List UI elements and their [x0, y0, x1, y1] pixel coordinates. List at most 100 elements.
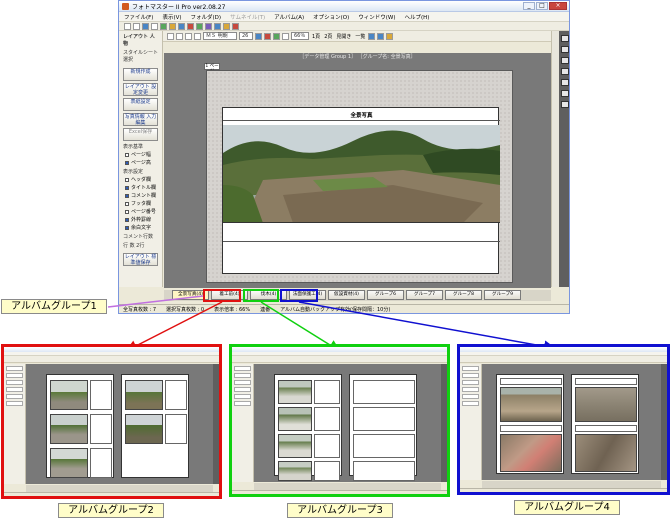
page-icon[interactable]	[561, 46, 569, 53]
bold-icon[interactable]	[167, 32, 174, 40]
list-button[interactable]: 一覧	[354, 33, 366, 40]
app-icon	[122, 2, 129, 10]
menu-thumbnail[interactable]: サムネイル(T)	[230, 13, 265, 21]
zoom-out-icon[interactable]	[377, 32, 385, 40]
margin-text-checkbox[interactable]: 余白文字	[125, 224, 156, 231]
group-tab-bar	[26, 485, 213, 492]
page-icon[interactable]	[561, 90, 569, 97]
caption-box	[500, 378, 562, 385]
page-icon[interactable]	[561, 79, 569, 86]
photo	[125, 414, 163, 444]
tab-group-7[interactable]: グループ7	[406, 290, 443, 300]
stylesheet-select-label[interactable]: スタイルシート選択	[123, 49, 158, 63]
menu-album[interactable]: アルバム(A)	[274, 13, 304, 21]
tab-group-6[interactable]: グループ6	[367, 290, 404, 300]
cover-settings-button[interactable]: 表紙設定	[123, 98, 158, 111]
save-default-button[interactable]: レイアウト 標準値保存	[123, 253, 158, 266]
folder-icon[interactable]	[160, 22, 167, 30]
layout-icon[interactable]	[178, 22, 185, 30]
print-icon[interactable]	[151, 22, 158, 30]
panorama-photo[interactable]	[223, 125, 500, 223]
page-icon[interactable]	[561, 101, 569, 108]
checkbox-icon	[125, 193, 129, 198]
close-button[interactable]: ×	[549, 2, 567, 10]
zoom-in-icon[interactable]	[368, 32, 376, 40]
menu-view[interactable]: 表示(V)	[162, 13, 181, 21]
status-bar: 全写真枚数 : 7 選択写真枚数 : 0 表示倍率 : 66% 連番 アルバム自…	[119, 304, 569, 313]
menu-window[interactable]: ウィンドウ(W)	[358, 13, 395, 21]
divider	[223, 120, 500, 121]
album-group-4-label: アルバムグループ4	[514, 500, 620, 515]
two-page-button[interactable]: 2頁	[323, 33, 333, 40]
zoom-select[interactable]: 66％	[291, 32, 309, 40]
menu-folder[interactable]: フォルダ(D)	[191, 13, 222, 21]
album-group-4-window	[457, 344, 670, 495]
album-group-1-label: アルバムグループ1	[1, 299, 107, 314]
align-center-icon[interactable]	[194, 32, 201, 40]
menu-option[interactable]: オプション(O)	[313, 13, 349, 21]
header-checkbox[interactable]: ヘッダ欄	[125, 176, 156, 183]
title-checkbox[interactable]: タイトル欄	[125, 184, 156, 191]
vertical-scrollbar[interactable]	[551, 31, 559, 287]
export-icon[interactable]	[214, 22, 221, 30]
insert-image-icon[interactable]	[273, 32, 280, 40]
main-toolbar	[119, 22, 569, 31]
spread-button[interactable]: 見開き	[335, 33, 352, 40]
layout-settings-button[interactable]: レイアウト 設定変更	[123, 83, 158, 96]
display-settings-label: 表示設定	[123, 169, 144, 175]
divider	[223, 241, 500, 242]
tab-group-9[interactable]: グループ9	[484, 290, 521, 300]
minimize-button[interactable]: _	[523, 2, 535, 10]
menu-help[interactable]: ヘルプ(H)	[404, 13, 429, 21]
photo-info-button[interactable]: 写真情報 入力編集	[123, 113, 158, 126]
save-icon[interactable]	[142, 22, 149, 30]
caption-box	[575, 378, 637, 385]
toolbar	[4, 356, 219, 363]
font-select[interactable]: ＭＳ 明朝	[203, 32, 237, 40]
border-checkbox[interactable]: 外枠罫線	[125, 216, 156, 223]
status-bar	[232, 490, 447, 494]
grid-icon[interactable]	[196, 22, 203, 30]
photo	[278, 461, 312, 481]
comment-checkbox[interactable]: コメント欄	[125, 192, 156, 199]
album-page-left	[46, 374, 114, 478]
group3-tab-highlight	[243, 289, 279, 302]
italic-icon[interactable]	[176, 32, 183, 40]
new-button[interactable]: 新規作成	[123, 68, 158, 81]
page-height-radio[interactable]: ページ高	[125, 159, 156, 166]
footer-checkbox[interactable]: フッタ欄	[125, 200, 156, 207]
align-left-icon[interactable]	[185, 32, 192, 40]
fit-icon[interactable]	[386, 32, 394, 40]
frame-icon[interactable]	[282, 32, 289, 40]
side-panel: レイアウト 人物 スタイルシート選択 新規作成 レイアウト 設定変更 表紙設定 …	[119, 31, 163, 287]
fill-color-icon[interactable]	[264, 32, 271, 40]
comment-lines-label: コメント行数	[123, 234, 154, 240]
album-workspace: ［データ管理 Group 1］ ［グループ名: 全景写真］ 1 ページ 全景写真	[164, 53, 551, 288]
checkbox-icon	[125, 201, 129, 206]
checkbox-icon	[125, 225, 129, 230]
help-icon[interactable]	[232, 22, 239, 30]
tab-group-8[interactable]: グループ8	[445, 290, 482, 300]
page-icon[interactable]	[561, 57, 569, 64]
comment-lines-value[interactable]: 行 数 2行	[123, 242, 158, 249]
text-color-icon[interactable]	[255, 32, 262, 40]
excel-save-button[interactable]: Excel保存	[123, 128, 158, 141]
panorama-image	[223, 125, 500, 222]
menu-file[interactable]: ファイル(F)	[124, 13, 153, 21]
image-icon[interactable]	[223, 22, 230, 30]
page-icon[interactable]	[561, 68, 569, 75]
album-icon[interactable]	[205, 22, 212, 30]
open-icon[interactable]	[133, 22, 140, 30]
font-size-select[interactable]: 26	[239, 32, 253, 40]
tab-group-5[interactable]: 仮設資材(4)	[328, 290, 365, 300]
maximize-button[interactable]: □	[536, 2, 548, 10]
new-icon[interactable]	[124, 22, 131, 30]
camera-icon[interactable]	[169, 22, 176, 30]
page-icon[interactable]	[561, 35, 569, 42]
page-number-checkbox[interactable]: ページ番号	[125, 208, 156, 215]
album-page-left	[496, 374, 564, 474]
caption-box	[314, 407, 340, 431]
page-width-radio[interactable]: ページ幅	[125, 151, 156, 158]
delete-icon[interactable]	[187, 22, 194, 30]
one-page-button[interactable]: 1頁	[311, 33, 321, 40]
